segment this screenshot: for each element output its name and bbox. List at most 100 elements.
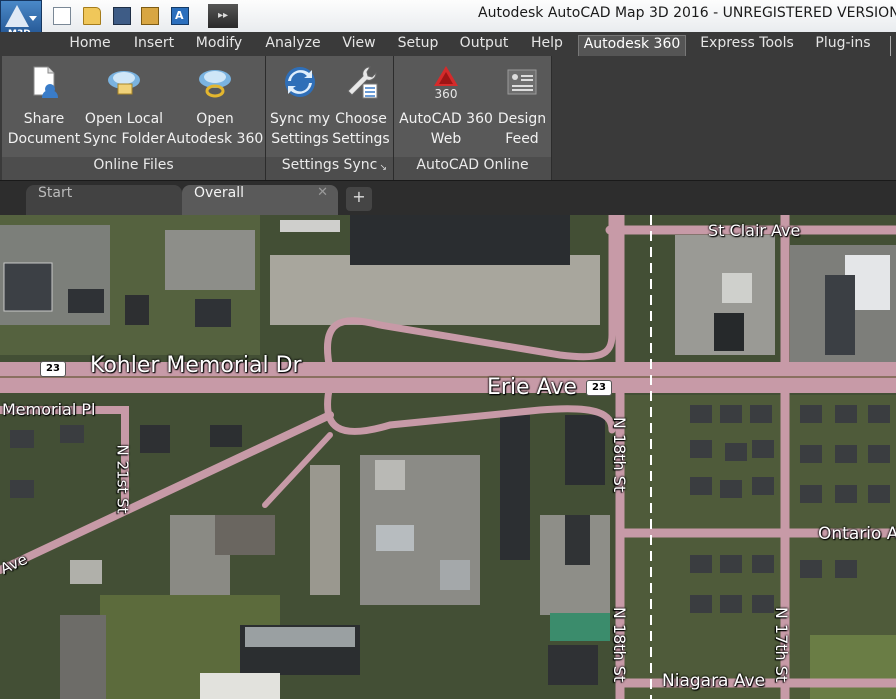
building xyxy=(722,273,752,303)
street-label-n18-top: N 18th St xyxy=(610,416,630,493)
panel-label-online-files[interactable]: Online Files xyxy=(2,157,265,180)
save-as-icon[interactable] xyxy=(141,7,159,25)
open-autodesk-360-label: Open Autodesk 360 xyxy=(166,109,264,149)
panel-autocad-online: 360 AutoCAD 360 Web Design Feed AutoCAD On… xyxy=(394,56,552,180)
share-document-label: Share Document xyxy=(4,109,84,149)
label-line-1: Choose xyxy=(335,111,387,127)
open-autodesk-360-button[interactable]: Open Autodesk 360 xyxy=(166,56,264,156)
aerial-map xyxy=(0,215,896,699)
autocad-360-web-label: AutoCAD 360 Web xyxy=(398,109,494,149)
label-line-2: Settings xyxy=(332,131,390,147)
building xyxy=(215,515,275,555)
panel-settings-sync: Sync my Settings Choose Settings Settings … xyxy=(266,56,394,180)
street-label-memorial-pl: Memorial Pl xyxy=(2,400,96,419)
autocad-360-icon-text: 360 xyxy=(435,87,458,100)
building xyxy=(550,613,610,641)
tab-output[interactable]: Output xyxy=(453,35,515,56)
street-label-n18-bottom: N 18th St xyxy=(610,606,630,683)
tab-modify[interactable]: Modify xyxy=(188,35,250,56)
a360-icon[interactable]: A xyxy=(171,7,189,25)
building xyxy=(200,673,280,699)
panel-online-files: Share Document Open Local Sync Folder Open… xyxy=(2,56,266,180)
design-feed-label: Design Feed xyxy=(494,109,550,149)
building xyxy=(70,560,102,584)
design-feed-icon xyxy=(507,69,537,95)
doc-tab-label: Overall xyxy=(194,185,245,201)
street-label-kohler: Kohler Memorial Dr xyxy=(90,353,302,378)
label-line-1: Sync my xyxy=(269,111,331,127)
share-document-icon xyxy=(33,66,58,98)
tab-analyze[interactable]: Analyze xyxy=(258,35,328,56)
tab-setup[interactable]: Setup xyxy=(391,35,445,56)
building xyxy=(68,289,104,313)
tab-overflow[interactable] xyxy=(890,36,896,56)
label-line-2: Feed xyxy=(505,131,539,147)
autocad-logo-icon xyxy=(5,5,29,27)
a360-glyph: A xyxy=(175,9,184,22)
design-feed-button[interactable]: Design Feed xyxy=(494,56,550,156)
open-folder-icon[interactable] xyxy=(83,7,101,25)
ribbon-tab-bar: Home Insert Modify Analyze View Setup Ou… xyxy=(0,32,896,56)
building xyxy=(440,560,470,590)
building xyxy=(375,460,405,490)
open-local-sync-folder-label: Open Local Sync Folder xyxy=(82,109,166,149)
street-label-st-clair: St Clair Ave xyxy=(708,221,801,240)
tab-help[interactable]: Help xyxy=(523,35,571,56)
doc-tab-start[interactable]: Start xyxy=(26,185,182,215)
choose-settings-button[interactable]: Choose Settings xyxy=(330,56,392,156)
building xyxy=(3,262,53,312)
autocad-360-icon: 360 xyxy=(434,66,458,100)
label-line-1: AutoCAD 360 xyxy=(399,111,493,127)
wrench-icon xyxy=(347,66,378,99)
substation xyxy=(165,230,255,290)
park-area xyxy=(810,635,896,699)
open-local-sync-folder-button[interactable]: Open Local Sync Folder xyxy=(82,56,166,156)
panel-title: Settings Sync xyxy=(281,157,378,173)
label-line-1: Open xyxy=(196,111,234,127)
panel-title: Online Files xyxy=(93,157,174,173)
paved-lot xyxy=(270,255,600,325)
sync-folder-icon xyxy=(108,71,140,95)
street-label-ontario: Ontario Ave xyxy=(818,524,896,544)
sync-my-settings-label: Sync my Settings xyxy=(268,109,332,149)
label-line-1: Share xyxy=(23,111,65,127)
doc-tab-overall[interactable]: Overall ✕ xyxy=(182,185,338,215)
building xyxy=(125,295,149,325)
panel-label-settings-sync[interactable]: Settings Sync ↘ xyxy=(266,157,393,180)
label-line-2: Autodesk 360 xyxy=(166,131,264,147)
tab-home[interactable]: Home xyxy=(61,35,119,56)
paved-lot xyxy=(310,465,340,595)
document-tab-bar: Start Overall ✕ + xyxy=(0,180,896,215)
street-label-niagara: Niagara Ave xyxy=(662,671,766,691)
building xyxy=(280,220,340,232)
autocad-360-web-button[interactable]: 360 AutoCAD 360 Web xyxy=(398,56,494,156)
new-tab-button[interactable]: + xyxy=(346,187,372,211)
label-line-1: Open Local xyxy=(84,111,164,127)
close-tab-icon[interactable]: ✕ xyxy=(317,185,328,200)
chevron-down-icon xyxy=(29,16,37,21)
dialog-launcher-icon[interactable]: ↘ xyxy=(379,163,387,173)
new-file-icon[interactable] xyxy=(53,7,71,25)
share-document-button[interactable]: Share Document xyxy=(4,56,84,156)
label-line-2: Settings xyxy=(271,131,329,147)
building xyxy=(500,415,530,560)
tab-plug-ins[interactable]: Plug-ins xyxy=(808,35,878,56)
sync-my-settings-button[interactable]: Sync my Settings xyxy=(268,56,332,156)
building xyxy=(714,313,744,351)
building xyxy=(60,615,106,699)
tab-express-tools[interactable]: Express Tools xyxy=(694,35,800,56)
panel-label-autocad-online[interactable]: AutoCAD Online xyxy=(394,157,551,180)
building xyxy=(195,299,231,327)
label-line-2: Sync Folder xyxy=(83,131,165,147)
quick-access-more-button[interactable]: ▸▸ xyxy=(208,4,238,28)
building xyxy=(140,425,170,453)
tab-view[interactable]: View xyxy=(335,35,383,56)
route-shield-23: 23 xyxy=(40,361,66,377)
save-icon[interactable] xyxy=(113,7,131,25)
building xyxy=(376,525,414,551)
tab-autodesk-360[interactable]: Autodesk 360 xyxy=(578,35,686,56)
tab-insert[interactable]: Insert xyxy=(126,35,182,56)
building xyxy=(210,425,242,447)
street-label-n21: N 21st St xyxy=(113,444,132,514)
drawing-canvas[interactable]: St Clair Ave Kohler Memorial Dr Erie Ave… xyxy=(0,215,896,699)
